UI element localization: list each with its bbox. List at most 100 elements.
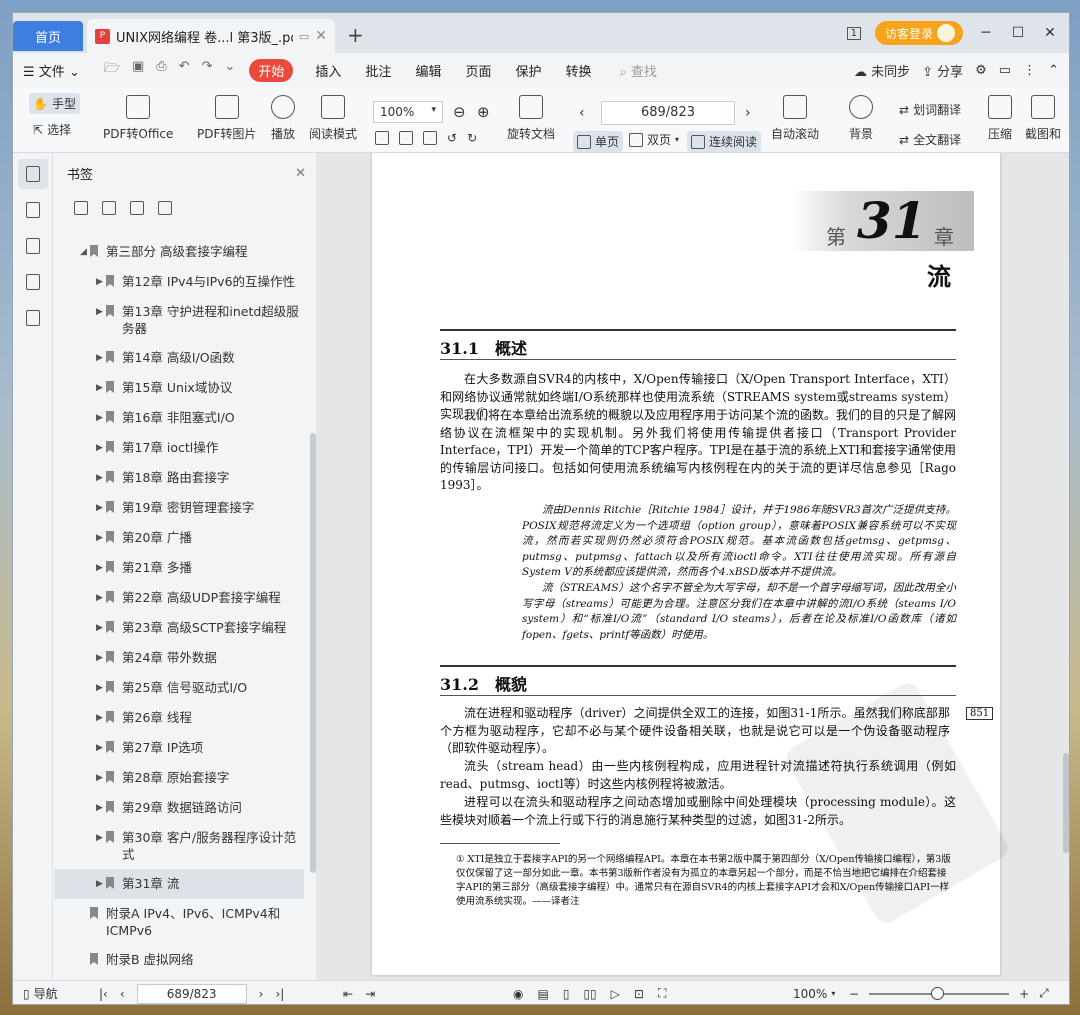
next-page-icon[interactable]: › xyxy=(745,105,751,121)
fit-page-icon[interactable] xyxy=(399,131,413,145)
zoom-in-icon[interactable]: + xyxy=(1019,987,1029,1001)
next-page-icon[interactable]: › xyxy=(259,987,264,1001)
bookmark-item[interactable]: ▶ 第16章 非阻塞式I/O xyxy=(54,403,304,433)
bookmark-item[interactable]: 附录A IPv4、IPv6、ICMPv4和ICMPv6 xyxy=(54,899,304,945)
auto-scroll-button[interactable]: 自动滚动 xyxy=(771,95,819,142)
rotate-right-icon[interactable]: ↻ xyxy=(467,131,477,145)
play-icon[interactable]: ▷ xyxy=(611,987,620,1001)
feedback-icon[interactable]: ▭ xyxy=(999,63,1011,78)
expand-arrow-icon[interactable]: ▶ xyxy=(96,739,106,757)
add-bookmark-icon[interactable] xyxy=(74,201,88,215)
bookmark-item[interactable]: ▶ 第12章 IPv4与IPv6的互操作性 xyxy=(54,267,304,297)
single-view-icon[interactable]: ▯ xyxy=(563,987,570,1001)
bookmark-item[interactable]: ▶ 第22章 高级UDP套接字编程 xyxy=(54,583,304,613)
thumbnail-panel-icon[interactable] xyxy=(18,195,48,225)
read-mode-button[interactable]: 阅读模式 xyxy=(309,95,357,142)
bookmark-item[interactable]: ▶ 第29章 数据链路访问 xyxy=(54,793,304,823)
navigation-toggle[interactable]: ▯ 导航 xyxy=(23,985,58,1002)
bookmark-item[interactable]: ▶ 第18章 路由套接字 xyxy=(54,463,304,493)
attachment-panel-icon[interactable] xyxy=(18,267,48,297)
zoom-select[interactable]: 100% ▾ xyxy=(373,101,443,123)
open-folder-icon[interactable]: 🗁 xyxy=(104,59,120,81)
tab-home[interactable]: 首页 xyxy=(13,21,83,51)
close-panel-icon[interactable]: ✕ xyxy=(295,166,306,181)
select-tool-button[interactable]: ⇱ 选择 xyxy=(33,121,71,138)
guest-login-button[interactable]: 访客登录 xyxy=(874,21,963,45)
double-view-icon[interactable]: ▯▯ xyxy=(583,987,596,1001)
first-page-icon[interactable]: |‹ xyxy=(99,987,108,1001)
maximize-icon[interactable]: ☐ xyxy=(1009,25,1027,41)
settings-icon[interactable]: ⚙ xyxy=(975,63,987,78)
comment-panel-icon[interactable] xyxy=(18,231,48,261)
expand-arrow-icon[interactable]: ▶ xyxy=(96,709,106,727)
bookmark-item[interactable]: ▶ 第23章 高级SCTP套接字编程 xyxy=(54,613,304,643)
bookmark-item[interactable]: ▶ 第28章 原始套接字 xyxy=(54,763,304,793)
fullscreen-icon[interactable]: ⤢ xyxy=(1039,986,1049,1001)
actual-size-icon[interactable] xyxy=(375,131,389,145)
double-page-button[interactable]: 双页 ▾ xyxy=(629,131,679,148)
signature-panel-icon[interactable] xyxy=(18,303,48,333)
actual-size-icon[interactable]: ⊡ xyxy=(634,987,644,1001)
add-sub-bookmark-icon[interactable] xyxy=(102,201,116,215)
save-icon[interactable]: ▣ xyxy=(132,59,144,81)
more-chevron-icon[interactable]: ⌄ xyxy=(224,59,235,81)
expand-arrow-icon[interactable]: ▶ xyxy=(96,589,106,607)
zoom-out-icon[interactable]: − xyxy=(849,987,859,1001)
bookmark-item[interactable]: ▶ 第26章 线程 xyxy=(54,703,304,733)
expand-arrow-icon[interactable]: ▶ xyxy=(96,619,106,637)
eye-icon[interactable]: ◉ xyxy=(513,987,523,1001)
full-translate-button[interactable]: ⇄ 全文翻译 xyxy=(899,131,961,148)
fit-width-icon[interactable] xyxy=(423,131,437,145)
compress-button[interactable]: 压缩 xyxy=(988,95,1012,142)
undo-icon[interactable]: ↶ xyxy=(179,59,190,81)
zoom-readout[interactable]: 100% ▾ xyxy=(793,987,835,1001)
status-page-input[interactable]: 689/823 xyxy=(136,983,247,1004)
menu-annotate[interactable]: 批注 xyxy=(365,61,391,80)
page-number-input[interactable]: 689/823 xyxy=(601,101,735,125)
bookmark-outline-icon[interactable] xyxy=(158,201,172,215)
single-page-button[interactable]: 单页 xyxy=(573,131,624,152)
bookmark-panel-icon[interactable] xyxy=(17,159,48,189)
bookmark-item[interactable]: ◢ 第三部分 高级套接字编程 xyxy=(54,237,304,267)
expand-arrow-icon[interactable]: ▶ xyxy=(96,499,106,517)
rotate-left-icon[interactable]: ↺ xyxy=(447,131,457,145)
menu-protect[interactable]: 保护 xyxy=(515,61,541,80)
expand-arrow-icon[interactable]: ▶ xyxy=(96,529,106,547)
bookmark-item[interactable]: ▶ 第30章 客户/服务器程序设计范式 xyxy=(54,823,304,869)
menu-start[interactable]: 开始 xyxy=(249,58,294,82)
bookmark-item[interactable]: ▶ 第15章 Unix域协议 xyxy=(54,373,304,403)
tab-screen-icon[interactable]: ▭ xyxy=(299,30,309,43)
menu-file[interactable]: ☰ 文件 ⌄ xyxy=(23,61,80,80)
expand-arrow-icon[interactable]: ▶ xyxy=(96,469,106,487)
bookmark-item[interactable]: ▶ 第27章 IP选项 xyxy=(54,733,304,763)
bookmark-icon[interactable] xyxy=(130,201,144,215)
bookmark-item[interactable]: ▶ 第13章 守护进程和inetd超级服务器 xyxy=(54,297,304,343)
tab-document[interactable]: P UNIX网络编程 卷...l 第3版_.pdf ▭ ✕ xyxy=(87,19,335,53)
expand-arrow-icon[interactable]: ▶ xyxy=(96,799,106,817)
collapse-ribbon-icon[interactable]: ⌃ xyxy=(1048,63,1059,78)
pdf-to-image-button[interactable]: PDF转图片 xyxy=(197,95,256,142)
prev-page-icon[interactable]: ‹ xyxy=(579,105,585,121)
bookmark-item[interactable]: ▶ 第17章 ioctl操作 xyxy=(54,433,304,463)
enter-icon[interactable]: ⇥ xyxy=(365,987,375,1001)
expand-arrow-icon[interactable]: ▶ xyxy=(96,829,106,847)
exit-icon[interactable]: ⇤ xyxy=(343,987,353,1001)
expand-arrow-icon[interactable]: ▶ xyxy=(96,679,106,697)
expand-arrow-icon[interactable]: ▶ xyxy=(96,303,106,321)
bookmark-item[interactable]: ▶ 第31章 流 xyxy=(54,869,304,899)
more-options-icon[interactable]: ⋮ xyxy=(1023,63,1036,78)
bookmark-item[interactable]: ▶ 第25章 信号驱动式I/O xyxy=(54,673,304,703)
window-count-icon[interactable]: 1 xyxy=(846,26,861,40)
menu-page[interactable]: 页面 xyxy=(465,61,491,80)
bookmark-item[interactable]: ▶ 第20章 广播 xyxy=(54,523,304,553)
expand-arrow-icon[interactable]: ▶ xyxy=(96,379,106,397)
expand-arrow-icon[interactable]: ▶ xyxy=(96,559,106,577)
screenshot-button[interactable]: 截图和 xyxy=(1025,95,1061,142)
sync-status[interactable]: ☁ 未同步 xyxy=(854,61,910,80)
bookmark-item[interactable]: ▶ 第19章 密钥管理套接字 xyxy=(54,493,304,523)
expand-arrow-icon[interactable]: ▶ xyxy=(96,439,106,457)
zoom-in-icon[interactable]: ⊕ xyxy=(477,103,490,121)
bookmark-item[interactable]: ▶ 第24章 带外数据 xyxy=(54,643,304,673)
pdf-to-office-button[interactable]: PDF转Office xyxy=(103,95,173,142)
word-translate-button[interactable]: ⇄ 划词翻译 xyxy=(899,101,961,118)
